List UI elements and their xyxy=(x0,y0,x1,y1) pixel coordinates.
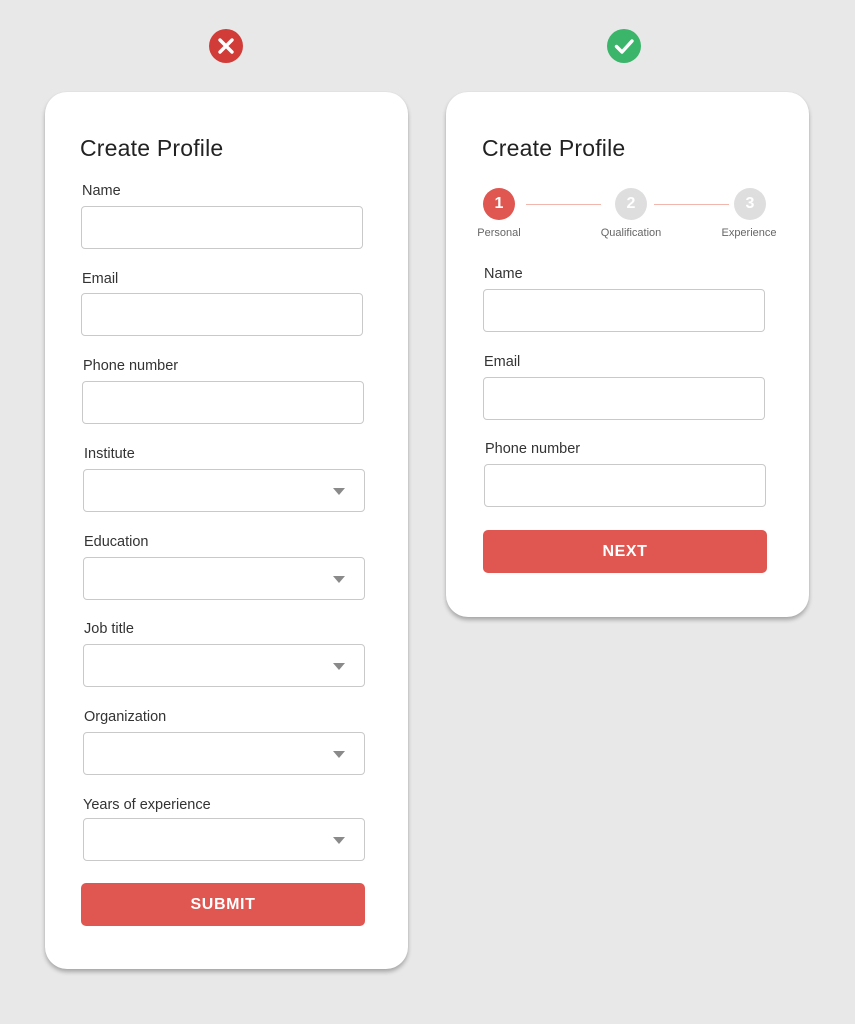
chevron-down-icon xyxy=(333,751,345,758)
job-title-label: Job title xyxy=(84,621,134,637)
step-2-indicator[interactable]: 2 xyxy=(615,188,647,220)
phone-number-input[interactable] xyxy=(82,381,364,424)
submit-button[interactable]: SUBMIT xyxy=(81,883,365,926)
name-label: Name xyxy=(82,183,121,199)
email-label: Email xyxy=(484,354,521,370)
next-button[interactable]: NEXT xyxy=(483,530,767,573)
chevron-down-icon xyxy=(333,488,345,495)
education-select[interactable] xyxy=(83,557,365,600)
step-1-indicator[interactable]: 1 xyxy=(483,188,515,220)
step-number: 1 xyxy=(494,195,504,212)
education-label: Education xyxy=(84,534,149,550)
institute-label: Institute xyxy=(84,446,135,462)
name-input[interactable] xyxy=(81,206,363,249)
step-1-label: Personal xyxy=(477,227,521,239)
step-3-label: Experience xyxy=(721,227,777,239)
email-input[interactable] xyxy=(81,293,363,336)
institute-select[interactable] xyxy=(83,469,365,512)
phone-number-label: Phone number xyxy=(83,358,179,374)
stepper-form-card: Create Profile 1 2 3 Personal Qualificat… xyxy=(446,92,809,617)
chevron-down-icon xyxy=(333,576,345,583)
incorrect-badge xyxy=(209,29,243,63)
phone-number-label: Phone number xyxy=(485,441,581,457)
chevron-down-icon xyxy=(333,663,345,670)
x-circle-icon xyxy=(209,29,243,63)
organization-select[interactable] xyxy=(83,732,365,775)
email-input[interactable] xyxy=(483,377,765,420)
name-input[interactable] xyxy=(483,289,765,332)
correct-badge xyxy=(607,29,641,63)
organization-label: Organization xyxy=(84,709,167,725)
years-of-experience-select[interactable] xyxy=(83,818,365,861)
long-form-card: Create Profile Name Email Phone number I… xyxy=(45,92,408,969)
check-circle-icon xyxy=(607,29,641,63)
step-number: 3 xyxy=(745,195,755,212)
years-of-experience-label: Years of experience xyxy=(83,797,211,813)
name-label: Name xyxy=(484,266,523,282)
chevron-down-icon xyxy=(333,837,345,844)
step-3-indicator[interactable]: 3 xyxy=(734,188,766,220)
step-connector xyxy=(654,204,729,205)
step-number: 2 xyxy=(626,195,636,212)
form-title: Create Profile xyxy=(482,135,626,161)
phone-number-input[interactable] xyxy=(484,464,766,507)
job-title-select[interactable] xyxy=(83,644,365,687)
step-connector xyxy=(526,204,601,205)
email-label: Email xyxy=(82,271,119,287)
form-title: Create Profile xyxy=(80,135,224,161)
step-2-label: Qualification xyxy=(600,227,662,239)
